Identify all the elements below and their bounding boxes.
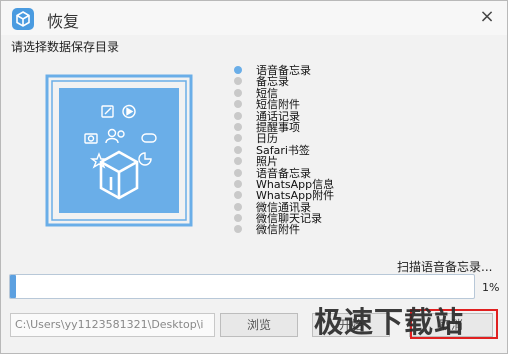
status-dot-icon	[234, 191, 242, 200]
status-dot-icon	[234, 88, 242, 97]
app-cube-icon	[12, 8, 34, 30]
status-dot-icon	[234, 100, 242, 109]
progress-percent: 1%	[482, 281, 500, 294]
scan-status-text: 扫描语音备忘录...	[397, 260, 493, 274]
status-dot-icon	[234, 214, 242, 223]
window-title: 恢复	[47, 12, 80, 31]
status-dot-icon	[234, 145, 242, 154]
restore-dialog: 恢复 × 请选择数据保存目录 语音备忘录 备忘录 短信 短信附件 通话记录 提醒…	[0, 0, 508, 354]
progress-bar	[9, 274, 475, 299]
watermark-text: 极速下载站	[314, 305, 465, 339]
list-item-label: 微信附件	[256, 223, 300, 237]
list-item: 微信附件	[232, 223, 432, 237]
status-dot-icon	[234, 122, 242, 131]
data-type-list: 语音备忘录 备忘录 短信 短信附件 通话记录 提醒事项 日历 Safari书签 …	[232, 65, 432, 236]
status-dot-icon	[234, 202, 242, 211]
status-dot-icon	[234, 225, 242, 234]
progress-fill	[10, 275, 16, 298]
status-dot-icon	[234, 134, 242, 143]
close-icon[interactable]: ×	[477, 7, 497, 27]
restore-illustration	[45, 74, 193, 227]
status-dot-icon	[234, 157, 242, 166]
save-path-field[interactable]: C:\Users\yy1123581321\Desktop\i	[10, 313, 215, 337]
status-dot-icon	[234, 111, 242, 120]
status-dot-icon	[234, 77, 242, 86]
save-directory-prompt: 请选择数据保存目录	[11, 40, 120, 54]
title-bar: 恢复 ×	[1, 1, 507, 35]
status-dot-icon	[234, 66, 242, 74]
status-dot-icon	[234, 168, 242, 177]
browse-button[interactable]: 浏览	[220, 313, 298, 337]
status-dot-icon	[234, 179, 242, 188]
